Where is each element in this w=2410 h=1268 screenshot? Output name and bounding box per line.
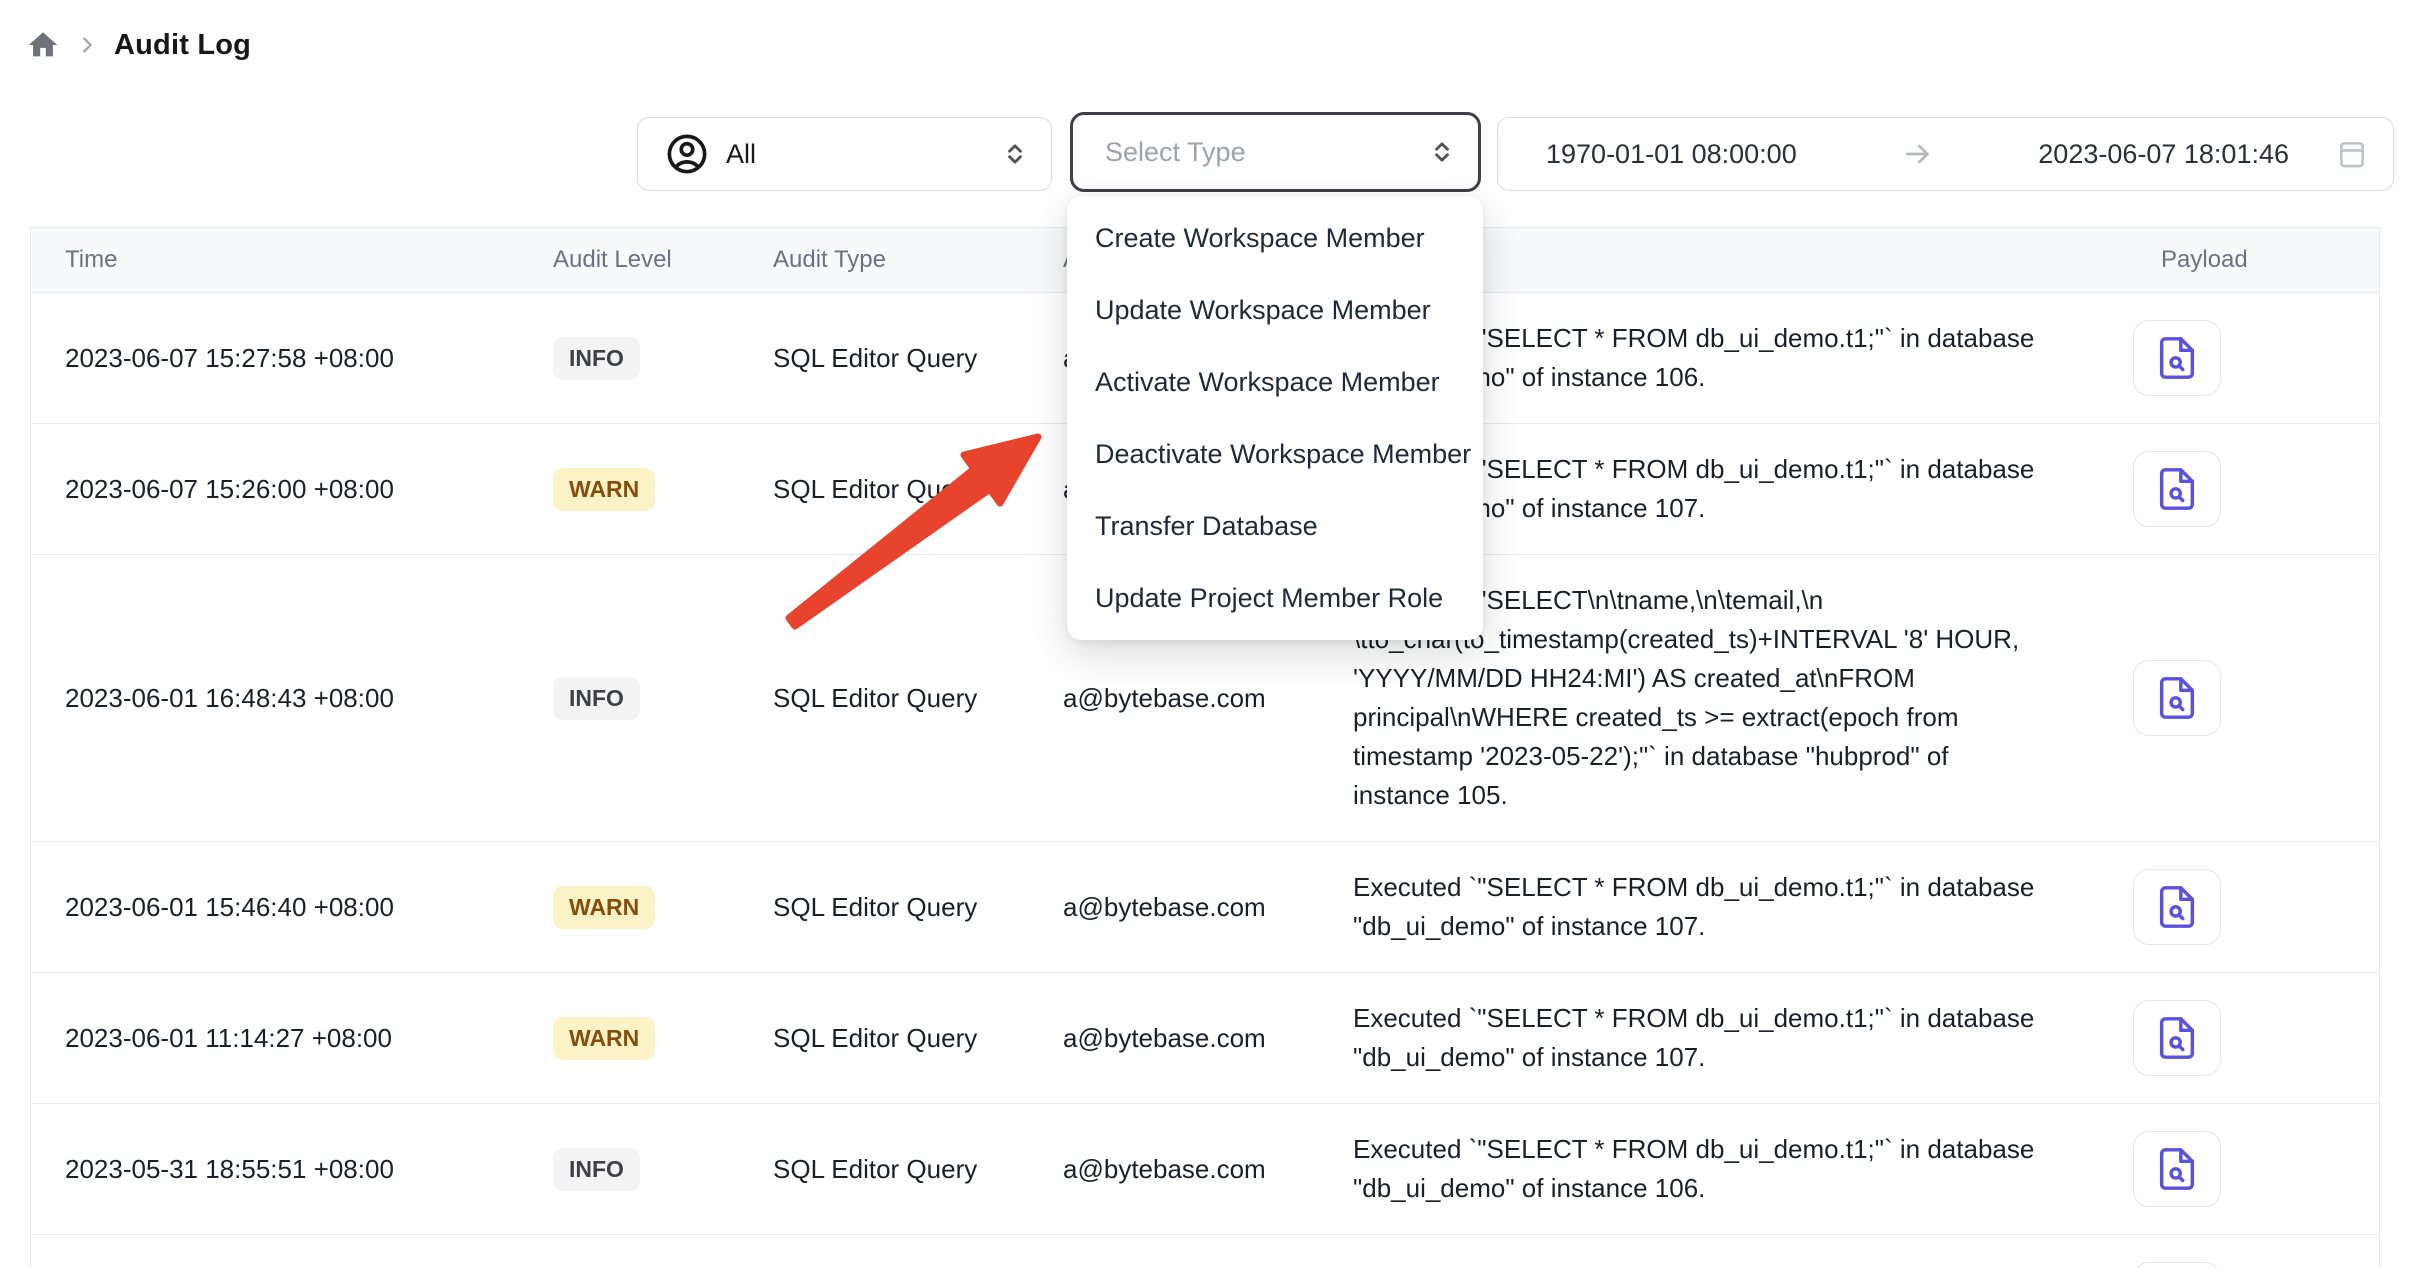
breadcrumb: Audit Log — [26, 28, 251, 62]
chevron-right-icon — [76, 34, 98, 56]
cell-audit-level: INFO — [521, 1148, 741, 1191]
file-search-icon — [2154, 884, 2200, 930]
table-row: 2023-05-31 18:55:51 +08:00 INFO SQL Edit… — [31, 1104, 2379, 1235]
cell-comment: Executed `"SELECT * FROM db_ui_demo.t1;"… — [1321, 1104, 2101, 1234]
menu-item-activate-workspace-member[interactable]: Activate Workspace Member — [1067, 346, 1483, 418]
actor-filter-value: All — [726, 139, 756, 170]
table-row: 2023-06-01 15:46:40 +08:00 WARN SQL Edit… — [31, 842, 2379, 973]
cell-audit-type: SQL Editor Query — [741, 683, 1031, 714]
cell-comment: Executed `"SELECT * FROM db_ui_demo.t1;"… — [1321, 1235, 2101, 1268]
status-badge: INFO — [553, 1148, 640, 1191]
cell-actor: a@bytebase.com — [1031, 683, 1321, 714]
cell-audit-type: SQL Editor Query — [741, 892, 1031, 923]
cell-audit-type: SQL Editor Query — [741, 343, 1031, 374]
cell-audit-type: SQL Editor Query — [741, 1023, 1031, 1054]
cell-audit-type: SQL Editor Query — [741, 474, 1031, 505]
status-badge: WARN — [553, 468, 655, 511]
type-filter-select[interactable]: Select Type — [1070, 112, 1481, 192]
file-search-icon — [2154, 1146, 2200, 1192]
date-range-start: 1970-01-01 08:00:00 — [1546, 139, 1797, 170]
menu-item-deactivate-workspace-member[interactable]: Deactivate Workspace Member — [1067, 418, 1483, 490]
cell-time: 2023-06-01 11:14:27 +08:00 — [31, 1023, 521, 1054]
file-search-icon — [2154, 1015, 2200, 1061]
menu-item-transfer-database[interactable]: Transfer Database — [1067, 490, 1483, 562]
person-circle-icon — [664, 131, 710, 177]
date-range-picker[interactable]: 1970-01-01 08:00:00 2023-06-07 18:01:46 — [1497, 117, 2394, 191]
cell-comment: Executed `"SELECT * FROM db_ui_demo.t1;"… — [1321, 973, 2101, 1103]
cell-time: 2023-06-01 15:46:40 +08:00 — [31, 892, 521, 923]
page-title: Audit Log — [114, 29, 251, 62]
menu-item-update-project-member[interactable]: Update Project Member Role — [1067, 562, 1483, 634]
calendar-icon — [2335, 137, 2369, 171]
cell-audit-level: WARN — [521, 886, 741, 929]
status-badge: WARN — [553, 886, 655, 929]
column-header-payload: Payload — [2101, 246, 2381, 274]
column-header-audit-level: Audit Level — [521, 246, 741, 274]
status-badge: WARN — [553, 1017, 655, 1060]
cell-payload — [2101, 869, 2381, 945]
cell-payload — [2101, 1131, 2381, 1207]
cell-actor: a@bytebase.com — [1031, 892, 1321, 923]
home-icon[interactable] — [26, 28, 60, 62]
status-badge: INFO — [553, 337, 640, 380]
cell-actor: a@bytebase.com — [1031, 1023, 1321, 1054]
payload-view-button[interactable] — [2133, 320, 2221, 396]
payload-view-button[interactable] — [2133, 1262, 2221, 1268]
cell-audit-level: INFO — [521, 677, 741, 720]
cell-comment: Executed `"SELECT * FROM db_ui_demo.t1;"… — [1321, 842, 2101, 972]
cell-payload — [2101, 320, 2381, 396]
chevron-up-down-icon — [1430, 139, 1454, 165]
type-filter-placeholder: Select Type — [1105, 137, 1246, 168]
payload-view-button[interactable] — [2133, 1131, 2221, 1207]
cell-time: 2023-06-07 15:27:58 +08:00 — [31, 343, 521, 374]
payload-view-button[interactable] — [2133, 869, 2221, 945]
cell-audit-type: SQL Editor Query — [741, 1154, 1031, 1185]
status-badge: INFO — [553, 677, 640, 720]
payload-view-button[interactable] — [2133, 660, 2221, 736]
cell-audit-level: WARN — [521, 1017, 741, 1060]
date-range-end: 2023-06-07 18:01:46 — [2038, 139, 2289, 170]
menu-item-create-workspace-member[interactable]: Create Workspace Member — [1067, 202, 1483, 274]
column-header-time: Time — [31, 246, 521, 274]
cell-time: 2023-05-31 18:55:51 +08:00 — [31, 1154, 521, 1185]
payload-view-button[interactable] — [2133, 451, 2221, 527]
cell-payload — [2101, 660, 2381, 736]
payload-view-button[interactable] — [2133, 1000, 2221, 1076]
cell-audit-level: INFO — [521, 337, 741, 380]
cell-payload — [2101, 1000, 2381, 1076]
cell-time: 2023-06-01 16:48:43 +08:00 — [31, 683, 521, 714]
table-row: 2023-06-01 11:14:27 +08:00 WARN SQL Edit… — [31, 973, 2379, 1104]
file-search-icon — [2154, 675, 2200, 721]
file-search-icon — [2154, 466, 2200, 512]
actor-filter-select[interactable]: All — [637, 117, 1052, 191]
cell-audit-level: WARN — [521, 468, 741, 511]
column-header-audit-type: Audit Type — [741, 246, 1031, 274]
type-dropdown-menu: Create Workspace Member Update Workspace… — [1067, 196, 1483, 640]
chevron-up-down-icon — [1003, 141, 1027, 167]
cell-payload — [2101, 451, 2381, 527]
file-search-icon — [2154, 335, 2200, 381]
cell-payload — [2101, 1262, 2381, 1268]
menu-item-update-workspace-member[interactable]: Update Workspace Member — [1067, 274, 1483, 346]
arrow-right-icon — [1902, 138, 1934, 170]
audit-log-page: Audit Log All Select Type 1970-01-01 08:… — [0, 0, 2410, 1268]
cell-time: 2023-06-07 15:26:00 +08:00 — [31, 474, 521, 505]
table-row: 2023-05-31 18:38:37 +08:00 WARN SQL Edit… — [31, 1235, 2379, 1268]
cell-actor: a@bytebase.com — [1031, 1154, 1321, 1185]
